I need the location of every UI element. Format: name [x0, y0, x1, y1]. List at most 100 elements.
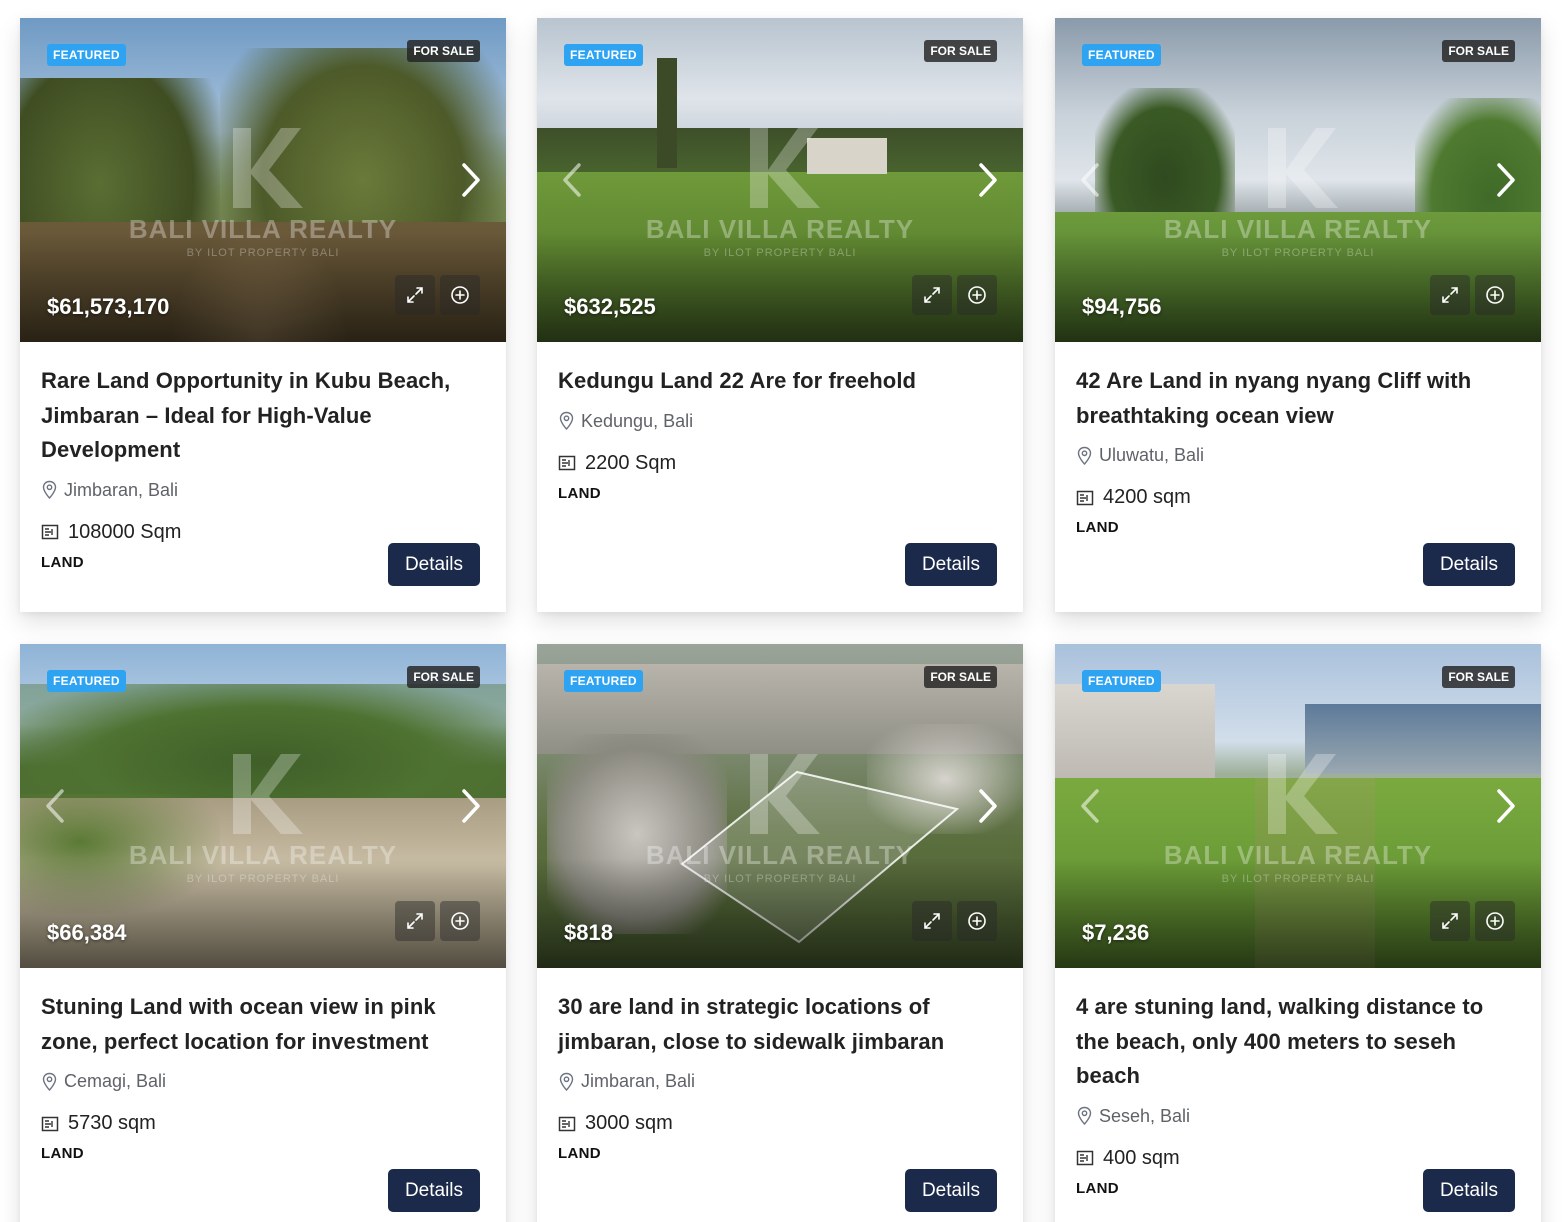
- next-image-button[interactable]: [1491, 786, 1521, 826]
- listing-title[interactable]: Stuning Land with ocean view in pink zon…: [41, 990, 485, 1059]
- listing-photo[interactable]: BALI VILLA REALTY BY ILOT PROPERTY BALI …: [1055, 644, 1541, 968]
- chevron-left-icon: [46, 789, 64, 823]
- listing-photo[interactable]: BALI VILLA REALTY BY ILOT PROPERTY BALI …: [537, 18, 1023, 342]
- listing-title[interactable]: 42 Are Land in nyang nyang Cliff with br…: [1076, 364, 1520, 433]
- add-to-compare-button[interactable]: [440, 275, 480, 315]
- chevron-right-icon: [979, 163, 997, 197]
- next-image-button[interactable]: [456, 786, 486, 826]
- previous-image-button[interactable]: [557, 160, 587, 200]
- listing-size: 108000 Sqm: [41, 521, 485, 544]
- details-button[interactable]: Details: [905, 1169, 997, 1212]
- details-button[interactable]: Details: [388, 1169, 480, 1212]
- property-type: LAND: [1076, 519, 1119, 536]
- add-to-compare-button[interactable]: [957, 275, 997, 315]
- listing-card[interactable]: BALI VILLA REALTY BY ILOT PROPERTY BALI …: [20, 644, 506, 1222]
- for-sale-badge: FOR SALE: [1442, 40, 1515, 62]
- listing-price: $632,525: [564, 294, 656, 319]
- area-icon: [41, 524, 59, 540]
- details-button[interactable]: Details: [1423, 543, 1515, 586]
- listing-location: Kedungu, Bali: [558, 411, 1002, 432]
- expand-icon: [407, 287, 423, 303]
- area-icon: [41, 1116, 59, 1131]
- listing-card[interactable]: BALI VILLA REALTY BY ILOT PROPERTY BALI …: [1055, 644, 1541, 1222]
- location-text: Seseh, Bali: [1099, 1105, 1191, 1126]
- expand-icon: [1442, 287, 1458, 303]
- details-button[interactable]: Details: [905, 543, 997, 586]
- size-text: 3000 sqm: [585, 1112, 673, 1134]
- chevron-right-icon: [1497, 789, 1515, 823]
- listing-price: $66,384: [47, 920, 127, 945]
- listing-size: 2200 Sqm: [558, 452, 1002, 475]
- chevron-left-icon: [1081, 163, 1099, 197]
- featured-badge: FEATURED: [47, 670, 126, 692]
- property-type: LAND: [558, 484, 601, 502]
- location-text: Cemagi, Bali: [64, 1071, 167, 1091]
- expand-button[interactable]: [1430, 275, 1470, 315]
- listing-size: 3000 sqm: [558, 1112, 1002, 1135]
- listing-title[interactable]: Kedungu Land 22 Are for freehold: [558, 364, 1002, 399]
- map-pin-icon: [42, 1072, 57, 1091]
- listing-card[interactable]: BALI VILLA REALTY BY ILOT PROPERTY BALI …: [537, 644, 1023, 1222]
- next-image-button[interactable]: [973, 786, 1003, 826]
- listing-photo[interactable]: BALI VILLA REALTY BY ILOT PROPERTY BALI …: [1055, 18, 1541, 342]
- property-type: LAND: [558, 1145, 601, 1162]
- expand-icon: [1442, 913, 1458, 929]
- for-sale-badge: FOR SALE: [924, 40, 997, 62]
- size-text: 400 sqm: [1103, 1146, 1180, 1169]
- for-sale-badge: FOR SALE: [1442, 666, 1515, 688]
- featured-badge: FEATURED: [564, 670, 643, 692]
- listing-info: Kedungu Land 22 Are for freehold Kedungu…: [537, 342, 1023, 612]
- listing-info: 42 Are Land in nyang nyang Cliff with br…: [1055, 342, 1541, 612]
- next-image-button[interactable]: [1491, 160, 1521, 200]
- for-sale-badge: FOR SALE: [924, 666, 997, 688]
- previous-image-button[interactable]: [1075, 786, 1105, 826]
- details-button[interactable]: Details: [388, 543, 480, 586]
- next-image-button[interactable]: [973, 160, 1003, 200]
- listing-location: Seseh, Bali: [1076, 1106, 1520, 1127]
- listing-location: Uluwatu, Bali: [1076, 445, 1520, 466]
- listing-location: Jimbaran, Bali: [558, 1071, 1002, 1092]
- previous-image-button[interactable]: [1075, 160, 1105, 200]
- add-to-compare-button[interactable]: [1475, 275, 1515, 315]
- map-pin-icon: [1077, 1106, 1092, 1126]
- listing-photo[interactable]: BALI VILLA REALTY BY ILOT PROPERTY BALI …: [537, 644, 1023, 968]
- listing-title[interactable]: Rare Land Opportunity in Kubu Beach, Jim…: [41, 364, 485, 468]
- listing-photo[interactable]: BALI VILLA REALTY BY ILOT PROPERTY BALI …: [20, 18, 506, 342]
- listing-title[interactable]: 30 are land in strategic locations of ji…: [558, 990, 1002, 1059]
- location-text: Jimbaran, Bali: [64, 479, 179, 500]
- expand-button[interactable]: [395, 901, 435, 941]
- add-to-compare-button[interactable]: [957, 901, 997, 941]
- listing-photo[interactable]: BALI VILLA REALTY BY ILOT PROPERTY BALI …: [20, 644, 506, 968]
- plus-circle-icon: [1486, 286, 1504, 304]
- area-icon: [1076, 1150, 1094, 1166]
- area-icon: [558, 455, 576, 471]
- plus-circle-icon: [968, 912, 986, 930]
- listing-card[interactable]: BALI VILLA REALTY BY ILOT PROPERTY BALI …: [20, 18, 506, 612]
- chevron-right-icon: [1497, 163, 1515, 197]
- expand-button[interactable]: [912, 275, 952, 315]
- expand-button[interactable]: [1430, 901, 1470, 941]
- chevron-right-icon: [462, 163, 480, 197]
- listing-price: $94,756: [1082, 294, 1162, 319]
- next-image-button[interactable]: [456, 160, 486, 200]
- previous-image-button[interactable]: [40, 786, 70, 826]
- listing-title[interactable]: 4 are stuning land, walking distance to …: [1076, 990, 1520, 1094]
- details-button[interactable]: Details: [1423, 1169, 1515, 1212]
- listing-size: 400 sqm: [1076, 1147, 1520, 1170]
- for-sale-badge: FOR SALE: [407, 666, 480, 688]
- listing-size: 5730 sqm: [41, 1112, 485, 1135]
- listing-card[interactable]: BALI VILLA REALTY BY ILOT PROPERTY BALI …: [1055, 18, 1541, 612]
- add-to-compare-button[interactable]: [440, 901, 480, 941]
- location-text: Kedungu, Bali: [581, 410, 694, 431]
- add-to-compare-button[interactable]: [1475, 901, 1515, 941]
- expand-icon: [924, 913, 940, 929]
- plus-circle-icon: [968, 286, 986, 304]
- expand-button[interactable]: [912, 901, 952, 941]
- expand-button[interactable]: [395, 275, 435, 315]
- chevron-right-icon: [979, 789, 997, 823]
- listing-grid: BALI VILLA REALTY BY ILOT PROPERTY BALI …: [0, 0, 1564, 1222]
- plus-circle-icon: [1486, 912, 1504, 930]
- listing-card[interactable]: BALI VILLA REALTY BY ILOT PROPERTY BALI …: [537, 18, 1023, 612]
- expand-icon: [407, 913, 423, 929]
- location-text: Uluwatu, Bali: [1099, 445, 1205, 465]
